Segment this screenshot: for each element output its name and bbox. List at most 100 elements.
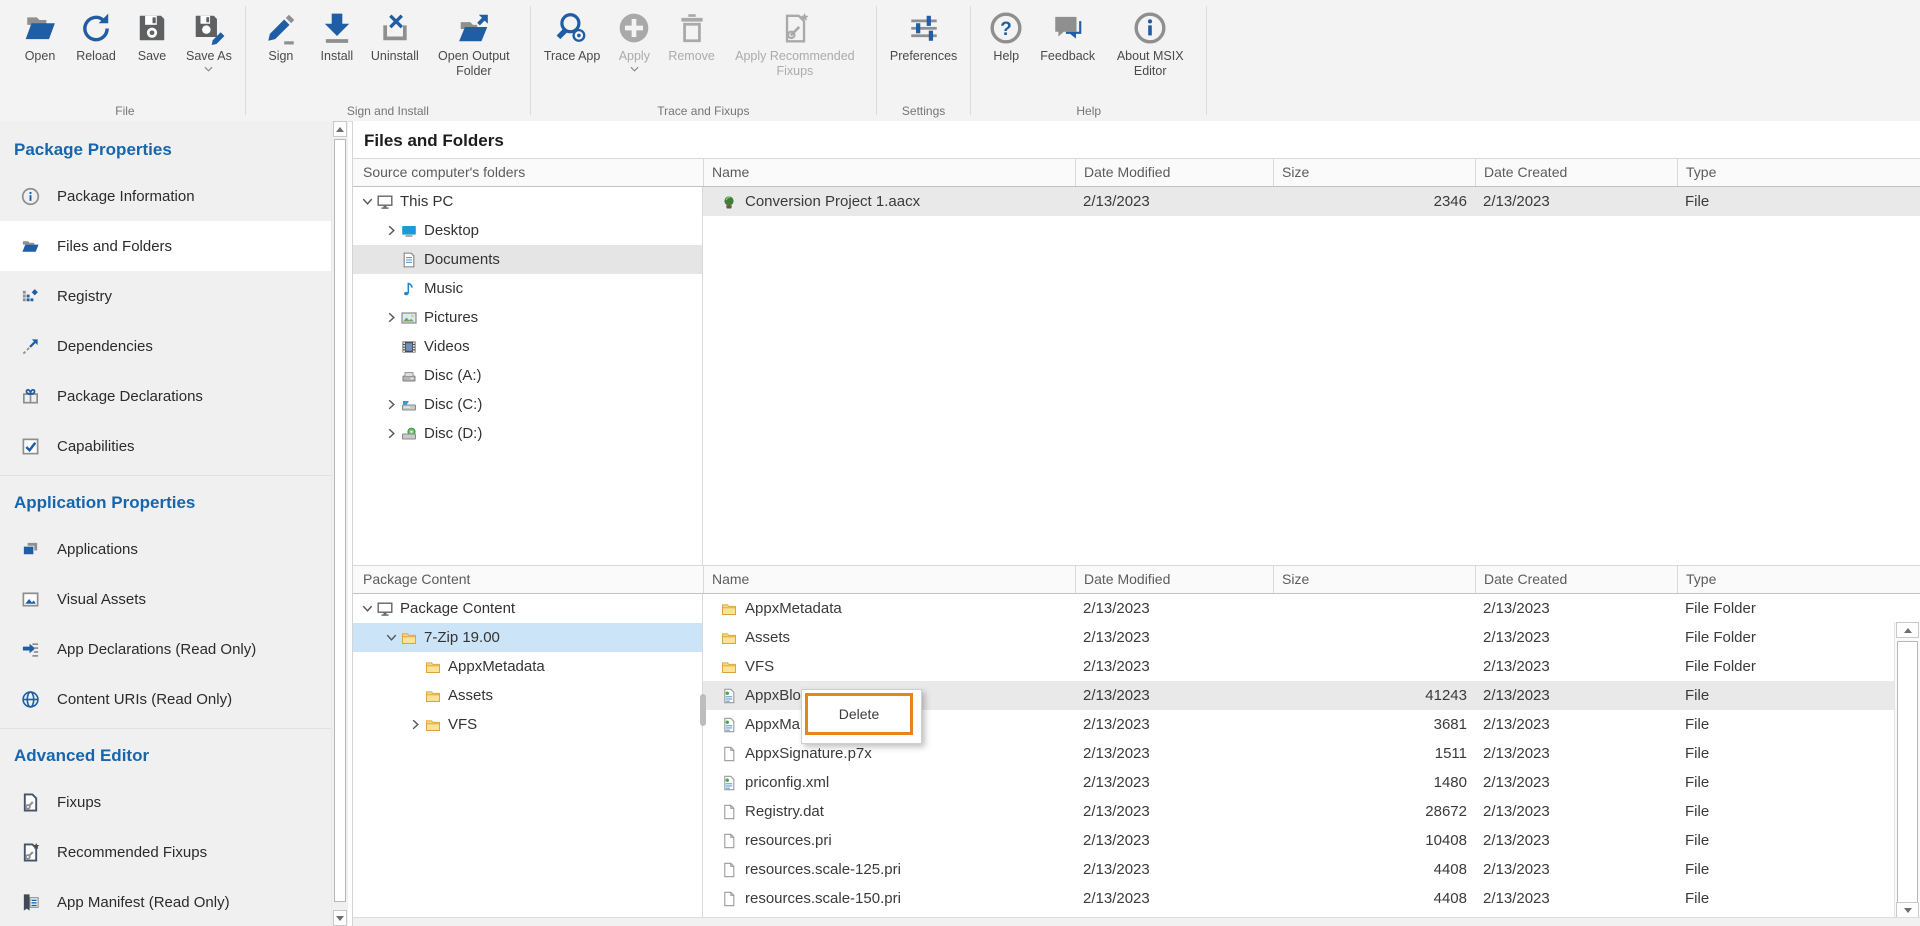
- scroll-down-icon[interactable]: [1896, 902, 1919, 918]
- about-msix-editor-button[interactable]: About MSIX Editor: [1101, 7, 1199, 79]
- column-header-type[interactable]: Type: [1677, 566, 1920, 593]
- open-output-folder-button[interactable]: Open Output Folder: [425, 7, 523, 79]
- help-button[interactable]: ?Help: [978, 7, 1034, 64]
- column-header-date-created[interactable]: Date Created: [1475, 566, 1677, 593]
- file-row-registry-dat[interactable]: Registry.dat2/13/2023286722/13/2023File: [703, 797, 1895, 826]
- chevron-right-icon[interactable]: [383, 310, 400, 325]
- column-header-name[interactable]: Name: [703, 159, 1075, 186]
- apply-recommended-fixups-button[interactable]: Apply Recommended Fixups: [721, 7, 869, 79]
- tree-item-disc-c[interactable]: Disc (C:): [353, 390, 702, 419]
- tree-item-7-zip-19-00[interactable]: 7-Zip 19.00: [353, 623, 702, 652]
- sign-button[interactable]: Sign: [253, 7, 309, 64]
- open-button[interactable]: Open: [12, 7, 68, 64]
- chevron-down-icon[interactable]: [204, 66, 213, 73]
- button-label: Install: [321, 49, 354, 64]
- file-name-cell: Conversion Project 1.aacx: [703, 187, 1075, 216]
- file-size-cell: 1511: [1273, 739, 1475, 768]
- file-list-scrollbar-thumb[interactable]: [1897, 641, 1918, 917]
- sidebar-item-visual-assets[interactable]: Visual Assets: [0, 574, 332, 624]
- chevron-down-icon[interactable]: [359, 194, 376, 209]
- ribbon-group-label: Settings: [878, 104, 969, 118]
- column-header-size[interactable]: Size: [1273, 159, 1475, 186]
- sidebar-item-files-and-folders[interactable]: Files and Folders: [0, 221, 332, 271]
- tree-column-header[interactable]: Package Content: [353, 566, 703, 593]
- chevron-right-icon[interactable]: [383, 426, 400, 441]
- chevron-right-icon[interactable]: [383, 223, 400, 238]
- sidebar-item-dependencies[interactable]: Dependencies: [0, 321, 332, 371]
- sidebar-item-app-declarations-read-only[interactable]: App Declarations (Read Only): [0, 624, 332, 674]
- sidebar-item-fixups[interactable]: Fixups: [0, 777, 332, 827]
- uninstall-button[interactable]: Uninstall: [365, 7, 425, 64]
- sidebar-scrollbar-thumb[interactable]: [334, 139, 346, 902]
- button-label: Uninstall: [371, 49, 419, 64]
- remove-button[interactable]: Remove: [662, 7, 721, 64]
- visual-assets-image-icon: [20, 590, 40, 609]
- tree-item-disc-d[interactable]: Disc (D:): [353, 419, 702, 448]
- column-header-date-modified[interactable]: Date Modified: [1075, 566, 1273, 593]
- tree-item-package-content[interactable]: Package Content: [353, 594, 702, 623]
- sidebar-item-package-information[interactable]: Package Information: [0, 171, 332, 221]
- chevron-right-icon[interactable]: [383, 397, 400, 412]
- ribbon-group-settings: Preferences Settings: [878, 0, 969, 121]
- file-row-vfs[interactable]: VFS2/13/20232/13/2023File Folder: [703, 652, 1895, 681]
- tree-item-assets[interactable]: Assets: [353, 681, 702, 710]
- save-as-button[interactable]: Save As: [180, 7, 238, 73]
- splitter-handle[interactable]: [700, 694, 706, 726]
- trace-app-button[interactable]: Trace App: [538, 7, 607, 64]
- tree-item-videos[interactable]: Videos: [353, 332, 702, 361]
- reload-button[interactable]: Reload: [68, 7, 124, 64]
- scroll-up-icon[interactable]: [1896, 622, 1919, 638]
- chevron-down-icon[interactable]: [383, 630, 400, 645]
- sidebar-item-app-manifest-read-only[interactable]: App Manifest (Read Only): [0, 877, 332, 926]
- tree-item-music[interactable]: Music: [353, 274, 702, 303]
- sidebar-item-registry[interactable]: Registry: [0, 271, 332, 321]
- file-row-priconfig-xml[interactable]: priconfig.xml2/13/202314802/13/2023File: [703, 768, 1895, 797]
- chevron-down-icon[interactable]: [359, 601, 376, 616]
- file-modified-cell: 2/13/2023: [1075, 797, 1273, 826]
- chevron-down-icon[interactable]: [630, 66, 639, 73]
- tree-column-header[interactable]: Source computer's folders: [353, 159, 703, 186]
- column-header-date-modified[interactable]: Date Modified: [1075, 159, 1273, 186]
- file-row-conversion-project-1-aacx[interactable]: Conversion Project 1.aacx2/13/202323462/…: [703, 187, 1920, 216]
- file-row-assets[interactable]: Assets2/13/20232/13/2023File Folder: [703, 623, 1895, 652]
- chevron-right-icon[interactable]: [407, 717, 424, 732]
- file-row-resources-scale-150-pri[interactable]: resources.scale-150.pri2/13/202344082/13…: [703, 884, 1895, 913]
- tree-item-appxmetadata[interactable]: AppxMetadata: [353, 652, 702, 681]
- sidebar-item-capabilities[interactable]: Capabilities: [0, 421, 332, 471]
- tree-item-documents[interactable]: Documents: [353, 245, 702, 274]
- tree-item-desktop[interactable]: Desktop: [353, 216, 702, 245]
- column-header-date-created[interactable]: Date Created: [1475, 159, 1677, 186]
- install-button[interactable]: Install: [309, 7, 365, 64]
- sidebar-item-content-uris-read-only[interactable]: Content URIs (Read Only): [0, 674, 332, 724]
- folder-icon: [424, 688, 441, 704]
- button-label: Save As: [186, 49, 232, 64]
- file-row-resources-pri[interactable]: resources.pri2/13/2023104082/13/2023File: [703, 826, 1895, 855]
- tree-item-pictures[interactable]: Pictures: [353, 303, 702, 332]
- file-name: resources.pri: [745, 826, 832, 855]
- apply-button[interactable]: Apply: [606, 7, 662, 73]
- feedback-button[interactable]: Feedback: [1034, 7, 1101, 64]
- sidebar-item-applications[interactable]: Applications: [0, 524, 332, 574]
- sidebar-scrollbar[interactable]: [331, 121, 348, 926]
- file-row-resources-scale-125-pri[interactable]: resources.scale-125.pri2/13/202344082/13…: [703, 855, 1895, 884]
- pictures-icon: [400, 310, 417, 326]
- tree-item-vfs[interactable]: VFS: [353, 710, 702, 739]
- file-list-scrollbar[interactable]: [1894, 622, 1920, 918]
- column-header-name[interactable]: Name: [703, 566, 1075, 593]
- uninstall-x-icon: [378, 7, 412, 49]
- save-button[interactable]: Save: [124, 7, 180, 64]
- column-header-size[interactable]: Size: [1273, 566, 1475, 593]
- sidebar-item-recommended-fixups[interactable]: Recommended Fixups: [0, 827, 332, 877]
- file-modified-cell: 2/13/2023: [1075, 739, 1273, 768]
- sidebar-item-package-declarations[interactable]: Package Declarations: [0, 371, 332, 421]
- scroll-down-icon[interactable]: [333, 910, 347, 926]
- sidebar-item-label: Visual Assets: [57, 591, 146, 608]
- tree-item-disc-a[interactable]: Disc (A:): [353, 361, 702, 390]
- tree-item-this-pc[interactable]: This PC: [353, 187, 702, 216]
- file-row-appxmetadata[interactable]: AppxMetadata2/13/20232/13/2023File Folde…: [703, 594, 1895, 623]
- scroll-up-icon[interactable]: [333, 121, 347, 137]
- column-header-type[interactable]: Type: [1677, 159, 1920, 186]
- preferences-button[interactable]: Preferences: [884, 7, 963, 64]
- horizontal-scrollbar-track[interactable]: [353, 917, 1920, 926]
- context-menu-item-delete[interactable]: Delete: [805, 693, 913, 735]
